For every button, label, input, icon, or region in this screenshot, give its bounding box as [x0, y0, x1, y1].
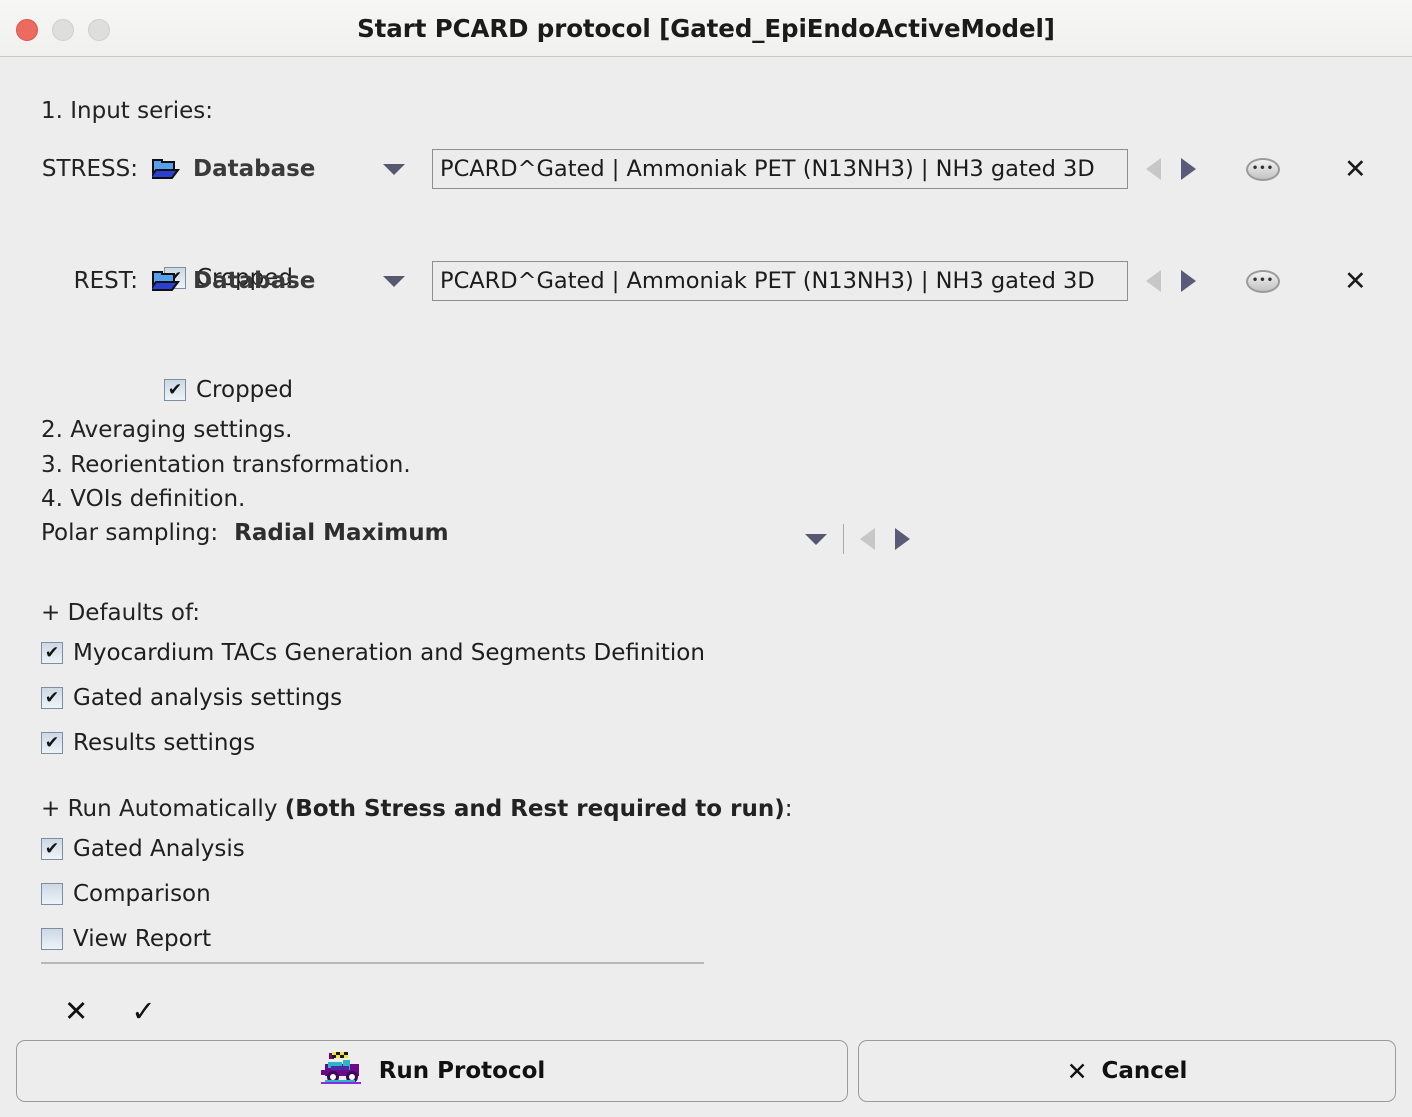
- series-row-stress: STRESS: Database PCARD^Gated | Ammoniak …: [0, 149, 1367, 189]
- prev-series-icon[interactable]: [1146, 158, 1161, 180]
- defaults-group: + Defaults of: Myocardium TACs Generatio…: [41, 600, 705, 775]
- chevron-down-icon[interactable]: [383, 163, 405, 175]
- polar-sampling-label: Polar sampling:: [41, 520, 219, 546]
- next-option-icon[interactable]: [895, 528, 910, 550]
- defaults-label-gated: Gated analysis settings: [73, 685, 343, 711]
- cancel-button[interactable]: ✕ Cancel: [858, 1040, 1396, 1102]
- step-1-label: 1. Input series:: [41, 98, 213, 124]
- folder-icon: [148, 269, 182, 293]
- chevron-down-icon[interactable]: [383, 275, 405, 287]
- cropped-checkbox-rest-row[interactable]: Cropped: [164, 377, 293, 403]
- run-item-gated-analysis-row[interactable]: Gated Analysis: [41, 836, 792, 862]
- series-label-stress: STRESS:: [41, 156, 138, 182]
- run-label-view-report: View Report: [73, 926, 212, 952]
- defaults-item-results-row[interactable]: Results settings: [41, 730, 705, 756]
- defaults-label-myocardium: Myocardium TACs Generation and Segments …: [73, 640, 705, 666]
- clear-series-icon[interactable]: ✕: [1344, 156, 1367, 183]
- run-auto-header-plain: + Run Automatically: [41, 796, 285, 822]
- close-icon: ✕: [1066, 1056, 1088, 1086]
- defaults-checkbox-results[interactable]: [41, 732, 63, 754]
- polar-sampling-value[interactable]: Radial Maximum: [234, 520, 448, 546]
- defaults-header[interactable]: + Defaults of:: [41, 600, 705, 626]
- defaults-checkbox-gated[interactable]: [41, 687, 63, 709]
- run-automatically-header[interactable]: + Run Automatically (Both Stress and Res…: [41, 796, 792, 822]
- chevron-down-icon[interactable]: [805, 533, 827, 545]
- polar-sampling-row: Polar sampling: Radial Maximum: [41, 520, 910, 554]
- folder-icon: [148, 157, 182, 181]
- dialog-body: 1. Input series: STRESS: Database PCARD^…: [0, 57, 1412, 1117]
- source-type-rest[interactable]: Database: [193, 268, 379, 294]
- defaults-checkbox-myocardium[interactable]: [41, 642, 63, 664]
- bulk-toggle-icons: ✕ ✓: [64, 997, 156, 1026]
- step-4-label[interactable]: 4. VOIs definition.: [41, 482, 411, 517]
- maximize-button[interactable]: [88, 19, 110, 41]
- check-all-icon[interactable]: ✓: [131, 997, 155, 1026]
- series-row-rest: REST: Database PCARD^Gated | Ammoniak PE…: [0, 261, 1367, 301]
- divider: [41, 962, 704, 964]
- defaults-item-myocardium-row[interactable]: Myocardium TACs Generation and Segments …: [41, 640, 705, 666]
- run-auto-header-bold: (Both Stress and Rest required to run): [284, 796, 785, 822]
- window-controls: [16, 19, 110, 41]
- run-item-view-report-row[interactable]: View Report: [41, 926, 792, 952]
- run-label-gated-analysis: Gated Analysis: [73, 836, 245, 862]
- minimize-button[interactable]: [52, 19, 74, 41]
- uncheck-all-icon[interactable]: ✕: [64, 997, 88, 1026]
- window-title: Start PCARD protocol [Gated_EpiEndoActiv…: [357, 13, 1055, 43]
- series-path-input-rest[interactable]: PCARD^Gated | Ammoniak PET (N13NH3) | NH…: [432, 261, 1128, 301]
- run-protocol-label: Run Protocol: [378, 1058, 546, 1084]
- race-car-icon: [319, 1051, 365, 1091]
- defaults-label-results: Results settings: [73, 730, 256, 756]
- step-2-label[interactable]: 2. Averaging settings.: [41, 413, 411, 448]
- series-path-input-stress[interactable]: PCARD^Gated | Ammoniak PET (N13NH3) | NH…: [432, 149, 1128, 189]
- run-checkbox-gated-analysis[interactable]: [41, 838, 63, 860]
- protocol-steps-list: 2. Averaging settings. 3. Reorientation …: [41, 413, 411, 517]
- dialog-footer: Run Protocol ✕ Cancel: [0, 1025, 1412, 1117]
- close-button[interactable]: [16, 19, 38, 41]
- cropped-checkbox-rest[interactable]: [164, 379, 186, 401]
- next-series-icon[interactable]: [1181, 158, 1196, 180]
- cancel-label: Cancel: [1101, 1058, 1188, 1084]
- prev-option-icon[interactable]: [860, 528, 875, 550]
- run-label-comparison: Comparison: [73, 881, 211, 907]
- series-nav-rest: ••• ✕: [1146, 268, 1367, 295]
- run-checkbox-view-report[interactable]: [41, 928, 63, 950]
- run-item-comparison-row[interactable]: Comparison: [41, 881, 792, 907]
- prev-series-icon[interactable]: [1146, 270, 1161, 292]
- defaults-item-gated-row[interactable]: Gated analysis settings: [41, 685, 705, 711]
- step-3-label[interactable]: 3. Reorientation transformation.: [41, 448, 411, 483]
- run-protocol-button[interactable]: Run Protocol: [16, 1040, 848, 1102]
- clear-series-icon[interactable]: ✕: [1344, 268, 1367, 295]
- series-label-rest: REST:: [73, 268, 138, 294]
- divider: [843, 524, 844, 554]
- series-nav-stress: ••• ✕: [1146, 156, 1367, 183]
- polar-sampling-controls: [801, 524, 910, 554]
- cropped-label-rest: Cropped: [196, 377, 294, 403]
- window-titlebar: Start PCARD protocol [Gated_EpiEndoActiv…: [0, 0, 1412, 57]
- run-auto-header-tail: :: [784, 796, 793, 822]
- source-type-stress[interactable]: Database: [193, 156, 379, 182]
- series-more-button[interactable]: •••: [1246, 157, 1280, 181]
- run-automatically-group: + Run Automatically (Both Stress and Res…: [41, 796, 792, 971]
- series-more-button[interactable]: •••: [1246, 269, 1280, 293]
- next-series-icon[interactable]: [1181, 270, 1196, 292]
- run-checkbox-comparison[interactable]: [41, 883, 63, 905]
